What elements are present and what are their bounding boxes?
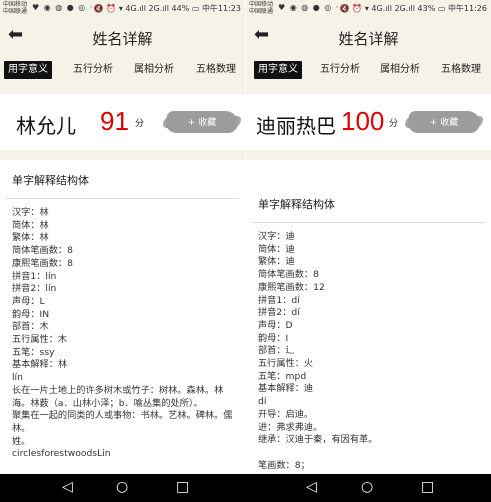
detail-line: circlesforestwoodsLin (12, 448, 111, 460)
detail-line: 五行属性：木 (12, 334, 68, 346)
character-explanation-panel: 单字解释结构体 汉字：林 简体：林 繁体：林 简体笔画数：8 康熙笔画数：8 拼… (0, 160, 245, 502)
detail-paragraph: 长在一片土地上的许多树木或竹子：树林。森林。林海。林薮（a．山林小泽；b．喻丛集… (12, 384, 224, 409)
detail-line: 简体笔画数：8 (258, 269, 319, 281)
score-unit: 分 (135, 119, 145, 129)
nav-home-icon[interactable]: ○ (361, 480, 373, 494)
carrier-info: 中国移动 中国联通 (3, 1, 27, 15)
detail-line: 姓。 (12, 435, 31, 447)
page-title: 姓名详解 (92, 30, 153, 48)
explanation-body: 汉字：林 简体：林 繁体：林 简体笔画数：8 康熙笔画数：8 拼音1：lín 拼… (0, 207, 245, 461)
detail-line: 五笔：mpd (258, 370, 307, 382)
tab-bar: 用字意义 五行分析 属相分析 五格数理 (246, 56, 491, 84)
left-screenshot: 中国移动 中国联通 ♥ ◉ ◍ ● ◎ ··· 🔇 ⏰ ▾ 4G.ıll 2G.… (0, 0, 245, 502)
title-bar: ⬅ 姓名详解 (0, 16, 245, 56)
score-unit: 分 (389, 119, 399, 129)
system-nav-bar: ◁ ○ □ ◁ ○ □ (0, 474, 491, 502)
carrier-1: 中国移动 (3, 1, 28, 8)
name-score-card: 林允儿 91 分 + 收藏 (0, 94, 245, 150)
detail-line: 繁体：迪 (258, 256, 295, 268)
notification-icons: ♥ ◉ ◍ ● ◎ ··· (278, 3, 347, 12)
detail-line: 简体：林 (12, 219, 49, 231)
detail-line: 部首：木 (12, 321, 49, 333)
nav-back-icon[interactable]: ◁ (62, 480, 73, 494)
divider (252, 222, 485, 223)
detail-line: 继承：汉迪于秦，有因有革。 (258, 434, 378, 446)
favorite-label: + 收藏 (429, 118, 459, 128)
detail-line: 拼音2：lín (12, 283, 57, 295)
right-screenshot: 中国移动 中国联通 ♥ ◉ ◍ ● ◎ ··· 🔇 ⏰ ▾ 4G.ıll 2G.… (246, 0, 491, 502)
detail-line: 五笔：ssy (12, 346, 55, 358)
detail-line: 汉字：林 (12, 207, 49, 218)
page-title: 姓名详解 (338, 30, 399, 48)
name-text: 林允儿 (16, 114, 76, 138)
detail-line: 部首：辶 (258, 345, 295, 357)
detail-line: dí (258, 396, 267, 408)
detail-line: 声母：D (258, 319, 293, 331)
tab-wuxing-analysis[interactable]: 五行分析 (320, 61, 360, 79)
detail-line: 汉字：迪 (258, 231, 295, 242)
character-explanation-panel: 单字解释结构体 汉字：迪 简体：迪 繁体：迪 简体笔画数：8 康熙笔画数：12 … (246, 160, 491, 502)
divider (6, 198, 239, 199)
detail-line: lín (12, 372, 23, 384)
detail-line: 基本解释：林 (12, 359, 68, 371)
detail-line: 康熙笔画数：12 (258, 281, 325, 293)
detail-line: 韵母：IN (12, 308, 50, 320)
title-bar: ⬅ 姓名详解 (246, 16, 491, 56)
tab-bar: 用字意义 五行分析 属相分析 五格数理 (0, 56, 245, 84)
detail-line: 拼音2：dí (258, 307, 300, 319)
carrier-info: 中国移动 中国联通 (249, 1, 273, 15)
detail-line: 简体笔画数：8 (12, 245, 73, 257)
tab-word-meaning[interactable]: 用字意义 (254, 61, 302, 79)
favorite-button[interactable]: + 收藏 (163, 107, 241, 137)
detail-line (258, 447, 479, 460)
carrier-2: 中国联通 (249, 8, 274, 15)
nav-recent-icon[interactable]: □ (421, 480, 434, 494)
nav-recent-icon[interactable]: □ (176, 480, 189, 494)
tab-wuxing-analysis[interactable]: 五行分析 (73, 61, 113, 79)
detail-line: 拼音1：dí (258, 294, 300, 306)
tab-wuge-numerology[interactable]: 五格数理 (196, 61, 236, 79)
explanation-body: 汉字：迪 简体：迪 繁体：迪 简体笔画数：8 康熙笔画数：12 拼音1：dí 拼… (246, 231, 491, 472)
score-value: 91 (100, 106, 129, 136)
status-icons: 🔇 ⏰ ▾ 4G.ıll 2G.ıll 44% ▭ 中午11:23 (93, 4, 241, 13)
notification-icons: ♥ ◉ ◍ ● ◎ ··· (32, 3, 101, 12)
nav-home-icon[interactable]: ○ (116, 480, 128, 494)
detail-line: 声母：L (12, 295, 45, 307)
detail-line: 繁体：林 (12, 232, 49, 244)
tab-wuge-numerology[interactable]: 五格数理 (441, 61, 481, 79)
favorite-label: + 收藏 (187, 118, 217, 128)
carrier-1: 中国移动 (249, 1, 274, 8)
section-title: 单字解释结构体 (258, 198, 335, 211)
detail-line: 进：弗求弗迪。 (258, 421, 323, 433)
detail-line: 基本解释：迪 (258, 383, 314, 395)
detail-line: 开导：启迪。 (258, 408, 314, 420)
score-value: 100 (341, 106, 385, 136)
detail-line: 笔画数：8； (258, 459, 310, 471)
detail-line: 五行属性：火 (258, 358, 314, 370)
favorite-button[interactable]: + 收藏 (405, 107, 483, 137)
status-bar: 中国移动 中国联通 ♥ ◉ ◍ ● ◎ ··· 🔇 ⏰ ▾ 4G.ıll 2G.… (0, 0, 245, 16)
tab-word-meaning[interactable]: 用字意义 (4, 61, 52, 79)
section-title: 单字解释结构体 (12, 174, 89, 187)
detail-line: 拼音1：lín (12, 270, 57, 282)
carrier-2: 中国联通 (3, 8, 28, 15)
tab-zodiac-analysis[interactable]: 属相分析 (134, 61, 174, 79)
tab-zodiac-analysis[interactable]: 属相分析 (380, 61, 420, 79)
detail-line: 康熙笔画数：8 (12, 257, 73, 269)
nav-back-icon[interactable]: ◁ (306, 480, 317, 494)
detail-paragraph: 聚集在一起的同类的人或事物：书林。艺林。碑林。儒林。 (12, 410, 233, 434)
detail-line: 简体：迪 (258, 243, 295, 255)
status-icons: 🔇 ⏰ ▾ 4G.ıll 2G.ıll 43% ▭ 中午11:26 (339, 4, 487, 13)
name-score-card: 迪丽热巴 100 分 + 收藏 (246, 94, 491, 150)
detail-line: 韵母：I (258, 332, 289, 344)
name-text: 迪丽热巴 (256, 114, 336, 138)
status-bar: 中国移动 中国联通 ♥ ◉ ◍ ● ◎ ··· 🔇 ⏰ ▾ 4G.ıll 2G.… (246, 0, 491, 16)
